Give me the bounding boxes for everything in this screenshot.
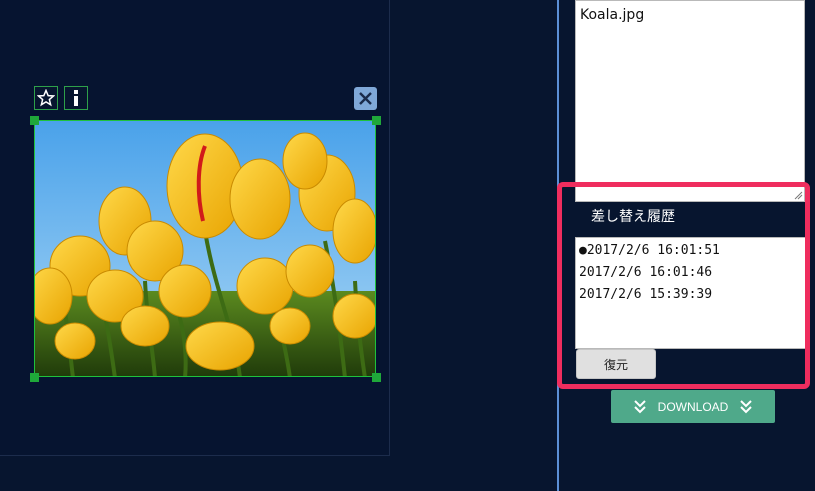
panel-divider[interactable]: [557, 0, 559, 491]
favorite-button[interactable]: [34, 86, 58, 110]
resize-handle-bottom-right[interactable]: [372, 373, 381, 382]
star-outline-icon: [37, 89, 55, 107]
resize-handle-top-right[interactable]: [372, 116, 381, 125]
info-button[interactable]: [64, 86, 88, 110]
double-chevron-down-icon: [740, 399, 753, 413]
close-button[interactable]: [354, 87, 377, 110]
tulips-photo: [35, 121, 375, 376]
resize-grip-icon[interactable]: [793, 190, 803, 200]
download-label: DOWNLOAD: [657, 399, 729, 414]
double-chevron-down-icon: [633, 399, 646, 413]
image-preview[interactable]: [34, 120, 376, 377]
history-item[interactable]: ●2017/2/6 16:01:51: [579, 240, 802, 262]
resize-handle-bottom-left[interactable]: [30, 373, 39, 382]
history-title: 差し替え履歴: [591, 209, 675, 225]
history-item[interactable]: 2017/2/6 15:39:39: [579, 284, 802, 306]
close-icon: [359, 92, 372, 105]
filename-text: Koala.jpg: [580, 7, 645, 23]
info-icon: [74, 90, 78, 106]
history-list[interactable]: ●2017/2/6 16:01:51 2017/2/6 16:01:46 201…: [575, 237, 806, 349]
filename-textarea[interactable]: Koala.jpg: [575, 0, 805, 202]
restore-button[interactable]: 復元: [576, 349, 656, 379]
history-item[interactable]: 2017/2/6 16:01:46: [579, 262, 802, 284]
download-button[interactable]: DOWNLOAD: [611, 390, 775, 423]
resize-handle-top-left[interactable]: [30, 116, 39, 125]
